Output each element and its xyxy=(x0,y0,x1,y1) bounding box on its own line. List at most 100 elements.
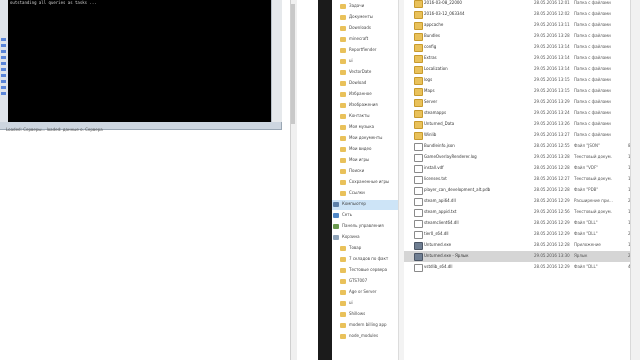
nav-item-label: Задачи xyxy=(349,3,365,8)
file-name: 2016-03-08_22000 xyxy=(424,0,462,5)
nav-item[interactable]: Панель управления xyxy=(332,222,404,232)
file-name: GameOverlayRenderer.log xyxy=(424,154,477,159)
file-row[interactable]: Extras 29.05.2016 13:14 Папка с файлами xyxy=(404,53,640,64)
file-row[interactable]: Unturned.exe28.05.2016 12:28Приложение16… xyxy=(404,240,640,251)
file-row[interactable]: Localization 29.05.2016 13:14 Папка с файл… xyxy=(404,64,640,75)
nav-item[interactable]: Мои игры xyxy=(332,156,404,166)
file-date: 29.05.2016 13:26 xyxy=(534,121,570,126)
file-name: Extras xyxy=(424,55,437,60)
file-row[interactable]: tier0_s64.dll28.05.2016 12:29Файл "DLL"2… xyxy=(404,229,640,240)
nav-item-label: minecraft xyxy=(349,36,369,41)
file-icon xyxy=(414,143,423,151)
navigation-pane[interactable]: Задачи Документы Downloads minecraft Reportf… xyxy=(332,0,405,360)
file-icon xyxy=(414,264,423,272)
file-row[interactable]: Bundles 29.05.2016 13:28 Папка с файлами xyxy=(404,31,640,42)
nav-item[interactable]: Поиски xyxy=(332,167,404,177)
folder-icon xyxy=(340,246,346,251)
nav-item[interactable]: Избранное xyxy=(332,90,404,100)
file-name: Bundles xyxy=(424,33,441,38)
file-date: 29.05.2016 13:29 xyxy=(534,99,570,104)
file-type: Файл "VDF" xyxy=(574,165,599,170)
file-row[interactable]: Winlib 29.05.2016 13:27 Папка с файлами xyxy=(404,130,640,141)
folder-icon xyxy=(414,77,423,85)
nav-item[interactable]: Мои видео xyxy=(332,145,404,155)
file-row[interactable]: install.vdf28.05.2016 12:28Файл "VDF"1 К… xyxy=(404,163,640,174)
nav-item[interactable]: ui xyxy=(332,57,404,67)
nav-item[interactable]: Изображения xyxy=(332,101,404,111)
file-list[interactable]: 2016-03-08_22000 28.05.2016 12:01 Папка с … xyxy=(404,0,640,360)
file-type: Папка с файлами xyxy=(574,88,611,93)
file-type: Файл "PDB" xyxy=(574,187,599,192)
nav-item-label: modern billing app xyxy=(349,322,387,327)
console-scrollbar[interactable] xyxy=(271,0,282,122)
nav-item[interactable]: Ссылки xyxy=(332,189,404,199)
nav-item[interactable]: Shillows xyxy=(332,310,404,320)
nav-item[interactable]: Контакты xyxy=(332,112,404,122)
nav-item[interactable]: Документы xyxy=(332,13,404,23)
file-type: Файл "DLL" xyxy=(574,231,598,236)
file-row[interactable]: Bundleinfo.json 28.05.2016 12:55 Файл "JSO… xyxy=(404,141,640,152)
file-row[interactable]: 2016-03-08_22000 28.05.2016 12:01 Папка с … xyxy=(404,0,640,9)
file-row[interactable]: licenses.txt 28.05.2016 12:27 Текстовый до… xyxy=(404,174,640,185)
file-row[interactable]: Unturned.exe - Ярлык 29.05.2016 13:30 Ярлы… xyxy=(404,251,640,262)
file-name: Server xyxy=(424,99,438,104)
nav-item[interactable]: GTS7007 xyxy=(332,277,404,287)
file-row[interactable]: GameOverlayRenderer.log 29.05.2016 13:28 Т… xyxy=(404,152,640,163)
file-row[interactable]: steam_api64.dll 28.05.2016 12:29 Расширени… xyxy=(404,196,640,207)
nav-item[interactable]: Тестовые сервера xyxy=(332,266,404,276)
nav-item[interactable]: Reportfiender xyxy=(332,46,404,56)
nav-item[interactable]: Моя музыка xyxy=(332,123,404,133)
nav-item[interactable]: 7 складов по факт xyxy=(332,255,404,265)
nav-item[interactable]: Downloads xyxy=(332,24,404,34)
folder-icon xyxy=(340,268,346,273)
nav-item[interactable]: modern billing app xyxy=(332,321,404,331)
file-row[interactable]: config 29.05.2016 13:14 Папка с файлами xyxy=(404,42,640,53)
file-row[interactable]: 2016-03-12_063344 28.05.2016 12:02 Папка с… xyxy=(404,9,640,20)
file-row[interactable]: steamclient64.dll 28.05.2016 12:29 Файл "D… xyxy=(404,218,640,229)
left-scrollbar-thumb[interactable] xyxy=(291,4,295,124)
folder-icon xyxy=(340,312,346,317)
folder-icon xyxy=(340,4,346,9)
nav-item[interactable]: Товар xyxy=(332,244,404,254)
nav-item[interactable]: Сеть xyxy=(332,211,404,221)
file-row[interactable]: Server 29.05.2016 13:29 Папка с файлами xyxy=(404,97,640,108)
nav-item[interactable]: Компьютер xyxy=(332,200,404,210)
file-row[interactable]: vstdlib_s64.dll 28.05.2016 12:29 Файл "DLL… xyxy=(404,262,640,273)
file-icon xyxy=(414,187,423,195)
file-row[interactable]: Unturned_Data 29.05.2016 13:26 Папка с фай… xyxy=(404,119,640,130)
folder-icon xyxy=(340,158,346,163)
file-date: 28.05.2016 12:28 xyxy=(534,242,570,247)
file-date: 29.05.2016 13:30 xyxy=(534,253,570,258)
nav-item[interactable]: VectorDate xyxy=(332,68,404,78)
nav-item[interactable]: node_modules xyxy=(332,332,404,342)
file-date: 28.05.2016 12:29 xyxy=(534,198,570,203)
nav-item[interactable]: ui xyxy=(332,299,404,309)
file-type: Текстовый докум. xyxy=(574,154,612,159)
folder-icon xyxy=(340,279,346,284)
nav-item[interactable]: Dowload xyxy=(332,79,404,89)
nav-item[interactable]: minecraft xyxy=(332,35,404,45)
nav-item[interactable]: Сохраненные игры xyxy=(332,178,404,188)
file-name: Localization xyxy=(424,66,448,71)
nav-item[interactable]: Корзина xyxy=(332,233,404,243)
file-row[interactable]: Maps 29.05.2016 13:15 Папка с файлами xyxy=(404,86,640,97)
file-type: Текстовый докум. xyxy=(574,209,612,214)
nav-item[interactable]: Задачи xyxy=(332,2,404,12)
recycle-bin-icon xyxy=(333,235,339,240)
folder-icon xyxy=(340,290,346,295)
file-row[interactable]: appcache 29.05.2016 13:11 Папка с файлами xyxy=(404,20,640,31)
file-row[interactable]: steam_appid.txt 29.05.2016 12:56 Текстовый… xyxy=(404,207,640,218)
file-row[interactable]: steamapps 29.05.2016 13:24 Папка с файлами xyxy=(404,108,640,119)
file-row[interactable]: logs 29.05.2016 13:15 Папка с файлами xyxy=(404,75,640,86)
file-date: 28.05.2016 12:29 xyxy=(534,264,570,269)
file-row[interactable]: player_can_development_alt.pdb 28.05.2016… xyxy=(404,185,640,196)
file-type: Приложение xyxy=(574,242,601,247)
file-type: Расширение при... xyxy=(574,198,613,203)
file-list-scrollbar[interactable] xyxy=(630,0,640,360)
nav-item[interactable]: Мои документы xyxy=(332,134,404,144)
folder-icon xyxy=(340,92,346,97)
console-output[interactable] xyxy=(8,0,271,122)
nav-item[interactable]: Age or Server xyxy=(332,288,404,298)
control-panel-icon xyxy=(333,224,339,229)
nav-item-label: VectorDate xyxy=(349,69,372,74)
